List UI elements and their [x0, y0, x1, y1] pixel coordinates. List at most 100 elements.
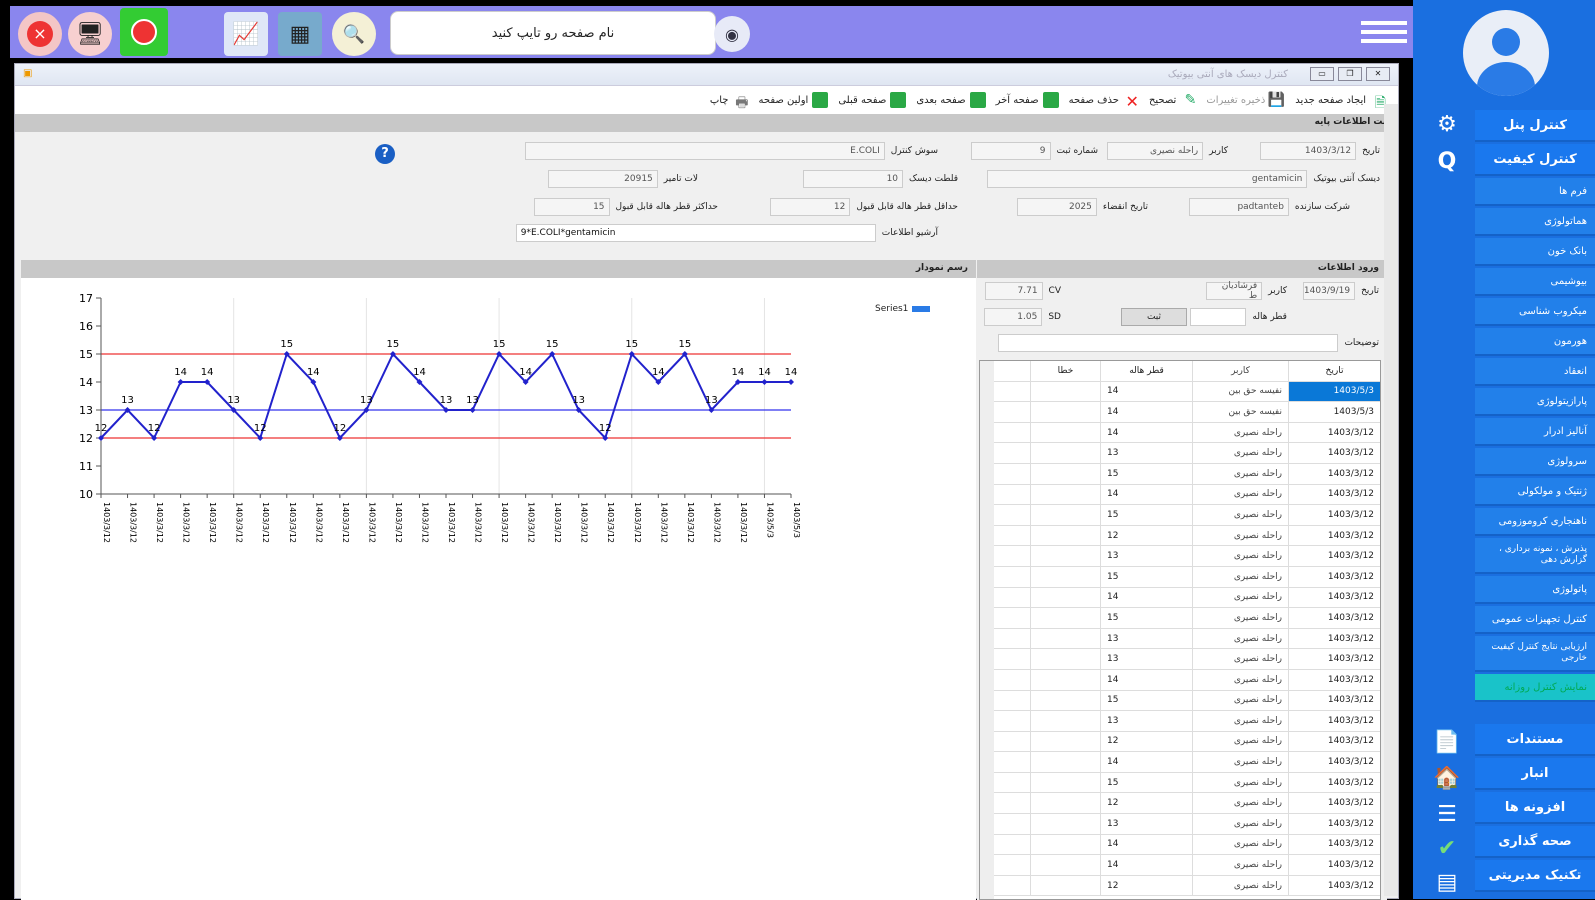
hamburger-menu-icon[interactable] [1361, 16, 1407, 50]
lot-field[interactable]: 20915 [547, 170, 658, 188]
table-row[interactable]: 1403/3/12 راحله نصیری 14 [980, 422, 1380, 444]
reg-no-field[interactable]: 9 [970, 142, 1051, 160]
menu-item-chromosome[interactable]: ناهنجاری کروموزومی [1475, 508, 1595, 536]
table-row[interactable]: 1403/3/12 راحله نصیری 14 [980, 484, 1380, 506]
menu-item-microbiology[interactable]: میکروب شناسی [1475, 298, 1595, 326]
table-row[interactable]: 1403/3/12 راحله نصیری 13 [980, 711, 1380, 732]
strain-select[interactable]: E.COLI [524, 142, 885, 160]
last-page-button[interactable]: صفحه آخر [996, 92, 1059, 108]
close-app-icon[interactable]: × [18, 12, 62, 56]
menu-item-parasitology[interactable]: پارازیتولوژی [1475, 388, 1595, 416]
documents-icon[interactable]: 📄 [1431, 726, 1463, 758]
disk-select[interactable]: gentamicin [987, 170, 1308, 188]
table-row[interactable]: 1403/3/12 راحله نصیری 13 [980, 443, 1380, 464]
table-row[interactable]: 1403/3/12 راحله نصیری 13 [980, 546, 1380, 567]
user-field[interactable]: راحله نصیری [1107, 142, 1204, 160]
table-row[interactable]: 1403/5/3 نفیسه حق بین 14 [980, 381, 1380, 403]
window-scrollbar[interactable] [1384, 104, 1398, 896]
menu-item-urinalysis[interactable]: آنالیز ادرار [1475, 418, 1595, 446]
table-row[interactable]: 1403/3/12 راحله نصیری 14 [980, 669, 1380, 691]
help-icon[interactable]: ? [375, 144, 395, 164]
menu-item-external-qc[interactable]: ارزیابی نتایج کنترل کیفیت خارجی [1475, 636, 1595, 672]
menu-warehouse[interactable]: انبار [1475, 758, 1595, 790]
report-chart-icon[interactable]: 📈 [224, 12, 268, 56]
table-row[interactable]: 1403/3/12 راحله نصیری 12 [980, 731, 1380, 753]
table-row[interactable]: 1403/3/12 راحله نصیری 15 [980, 772, 1380, 794]
table-row[interactable]: 1403/3/12 راحله نصیری 13 [980, 649, 1380, 670]
new-page-button[interactable]: 🗎 ایجاد صفحه جدید [1295, 92, 1386, 112]
next-page-button[interactable]: صفحه بعدی [916, 92, 986, 108]
zone-input[interactable] [1190, 308, 1247, 326]
menu-documents[interactable]: مستندات [1475, 724, 1595, 756]
verification-check-icon[interactable]: ✔ [1431, 832, 1463, 864]
monitor-icon[interactable]: 🖥 [68, 12, 112, 56]
save-entry-button[interactable]: ثبت [1121, 308, 1187, 326]
menu-quality-control[interactable]: کنترل کیفیت [1475, 144, 1595, 176]
desc-input[interactable] [998, 334, 1339, 352]
page-search-input[interactable]: نام صفحه رو تایپ کنید [390, 11, 716, 55]
menu-item-daily-control[interactable]: نمایش کنترل روزانه [1475, 674, 1595, 702]
layout-windows-icon[interactable]: ▦ [278, 12, 322, 56]
previous-page-button[interactable]: صفحه قبلی [838, 92, 907, 108]
print-button[interactable]: 🖶 چاپ [710, 92, 749, 112]
search-page-icon[interactable]: 🔍 [332, 12, 376, 56]
table-row[interactable]: 1403/3/12 راحله نصیری 12 [980, 875, 1380, 897]
save-changes-button[interactable]: 💾 ذخیره تغییرات [1206, 92, 1285, 108]
column-header[interactable]: تاریخ [1288, 361, 1380, 381]
table-row[interactable]: 1403/3/12 راحله نصیری 15 [980, 463, 1380, 485]
max-zone-field[interactable]: 15 [533, 198, 610, 216]
menu-item-genetics[interactable]: ژنتیک و مولکولی [1475, 478, 1595, 506]
table-row[interactable]: 1403/3/12 راحله نصیری 14 [980, 855, 1380, 876]
menu-control-panel[interactable]: کنترل پنل [1475, 110, 1595, 142]
min-zone-field[interactable]: 12 [770, 198, 851, 216]
column-header[interactable]: خطا [1030, 361, 1100, 381]
table-row[interactable]: 1403/3/12 راحله نصیری 15 [980, 608, 1380, 629]
go-button-icon[interactable]: ◉ [714, 16, 750, 52]
stop-icon[interactable] [120, 8, 168, 56]
entry-user-field[interactable]: فرشادیان ط [1206, 281, 1263, 301]
date-field[interactable]: 1403/3/12 [1260, 142, 1357, 160]
potency-field[interactable]: 10 [803, 170, 904, 188]
table-row[interactable]: 1403/5/3 نفیسه حق بین 14 [980, 402, 1380, 423]
table-row[interactable]: 1403/3/12 راحله نصیری 14 [980, 752, 1380, 773]
menu-item-pathology[interactable]: پاتولوژی [1475, 576, 1595, 604]
management-icon[interactable]: ▤ [1431, 866, 1463, 898]
table-row[interactable]: 1403/3/12 راحله نصیری 12 [980, 525, 1380, 547]
menu-item-biochemistry[interactable]: بیوشیمی [1475, 268, 1595, 296]
plugins-icon[interactable]: ☰ [1431, 798, 1463, 830]
menu-item-hormone[interactable]: هورمون [1475, 328, 1595, 356]
table-row[interactable]: 1403/3/12 راحله نصیری 15 [980, 505, 1380, 526]
first-page-button[interactable]: اولین صفحه [759, 92, 829, 108]
table-row[interactable]: 1403/3/12 راحله نصیری 15 [980, 690, 1380, 712]
settings-gear-icon[interactable]: ⚙ [1431, 108, 1463, 140]
table-row[interactable]: 1403/3/12 راحله نصیری 13 [980, 628, 1380, 650]
table-row[interactable]: 1403/3/12 راحله نصیری 12 [980, 793, 1380, 815]
archive-select[interactable]: 9*E.COLI*gentamicin [515, 224, 876, 242]
menu-item-forms[interactable]: فرم ها [1475, 178, 1595, 206]
expiry-field[interactable]: 2025 [1016, 198, 1097, 216]
window-minimize-icon[interactable]: ▭ [1310, 67, 1334, 81]
entry-date-field[interactable]: 1403/9/19 [1303, 282, 1356, 300]
table-row[interactable]: 1403/3/12 راحله نصیری 14 [980, 834, 1380, 856]
column-header[interactable]: کاربر [1192, 361, 1288, 381]
delete-page-button[interactable]: ✕ حذف صفحه [1069, 92, 1139, 111]
menu-item-serology[interactable]: سرولوژی [1475, 448, 1595, 476]
maker-field[interactable]: padtanteb [1188, 198, 1289, 216]
window-close-icon[interactable]: ✕ [1366, 67, 1390, 81]
menu-management[interactable]: تکنیک مدیریتی [1475, 860, 1595, 892]
table-row[interactable]: 1403/3/12 راحله نصیری 14 [980, 587, 1380, 609]
column-header[interactable]: قطر هاله [1100, 361, 1192, 381]
menu-item-equipment[interactable]: کنترل تجهیزات عمومی [1475, 606, 1595, 634]
window-restore-icon[interactable]: ❐ [1338, 67, 1362, 81]
edit-button[interactable]: ✎ تصحیح [1149, 92, 1196, 108]
table-row[interactable]: 1403/3/12 راحله نصیری 13 [980, 814, 1380, 835]
menu-item-blood-bank[interactable]: بانک خون [1475, 238, 1595, 266]
user-avatar[interactable] [1463, 10, 1549, 96]
menu-item-coagulation[interactable]: انعقاد [1475, 358, 1595, 386]
menu-verification[interactable]: صحه گذاری [1475, 826, 1595, 858]
table-row[interactable]: 1403/3/12 راحله نصیری 15 [980, 566, 1380, 588]
menu-item-hematology[interactable]: هماتولوژی [1475, 208, 1595, 236]
menu-item-reception[interactable]: پذیرش ، نمونه برداری ، گزارش دهی [1475, 538, 1595, 574]
warehouse-icon[interactable]: 🏠 [1431, 762, 1463, 794]
table-scrollbar[interactable] [980, 361, 994, 899]
